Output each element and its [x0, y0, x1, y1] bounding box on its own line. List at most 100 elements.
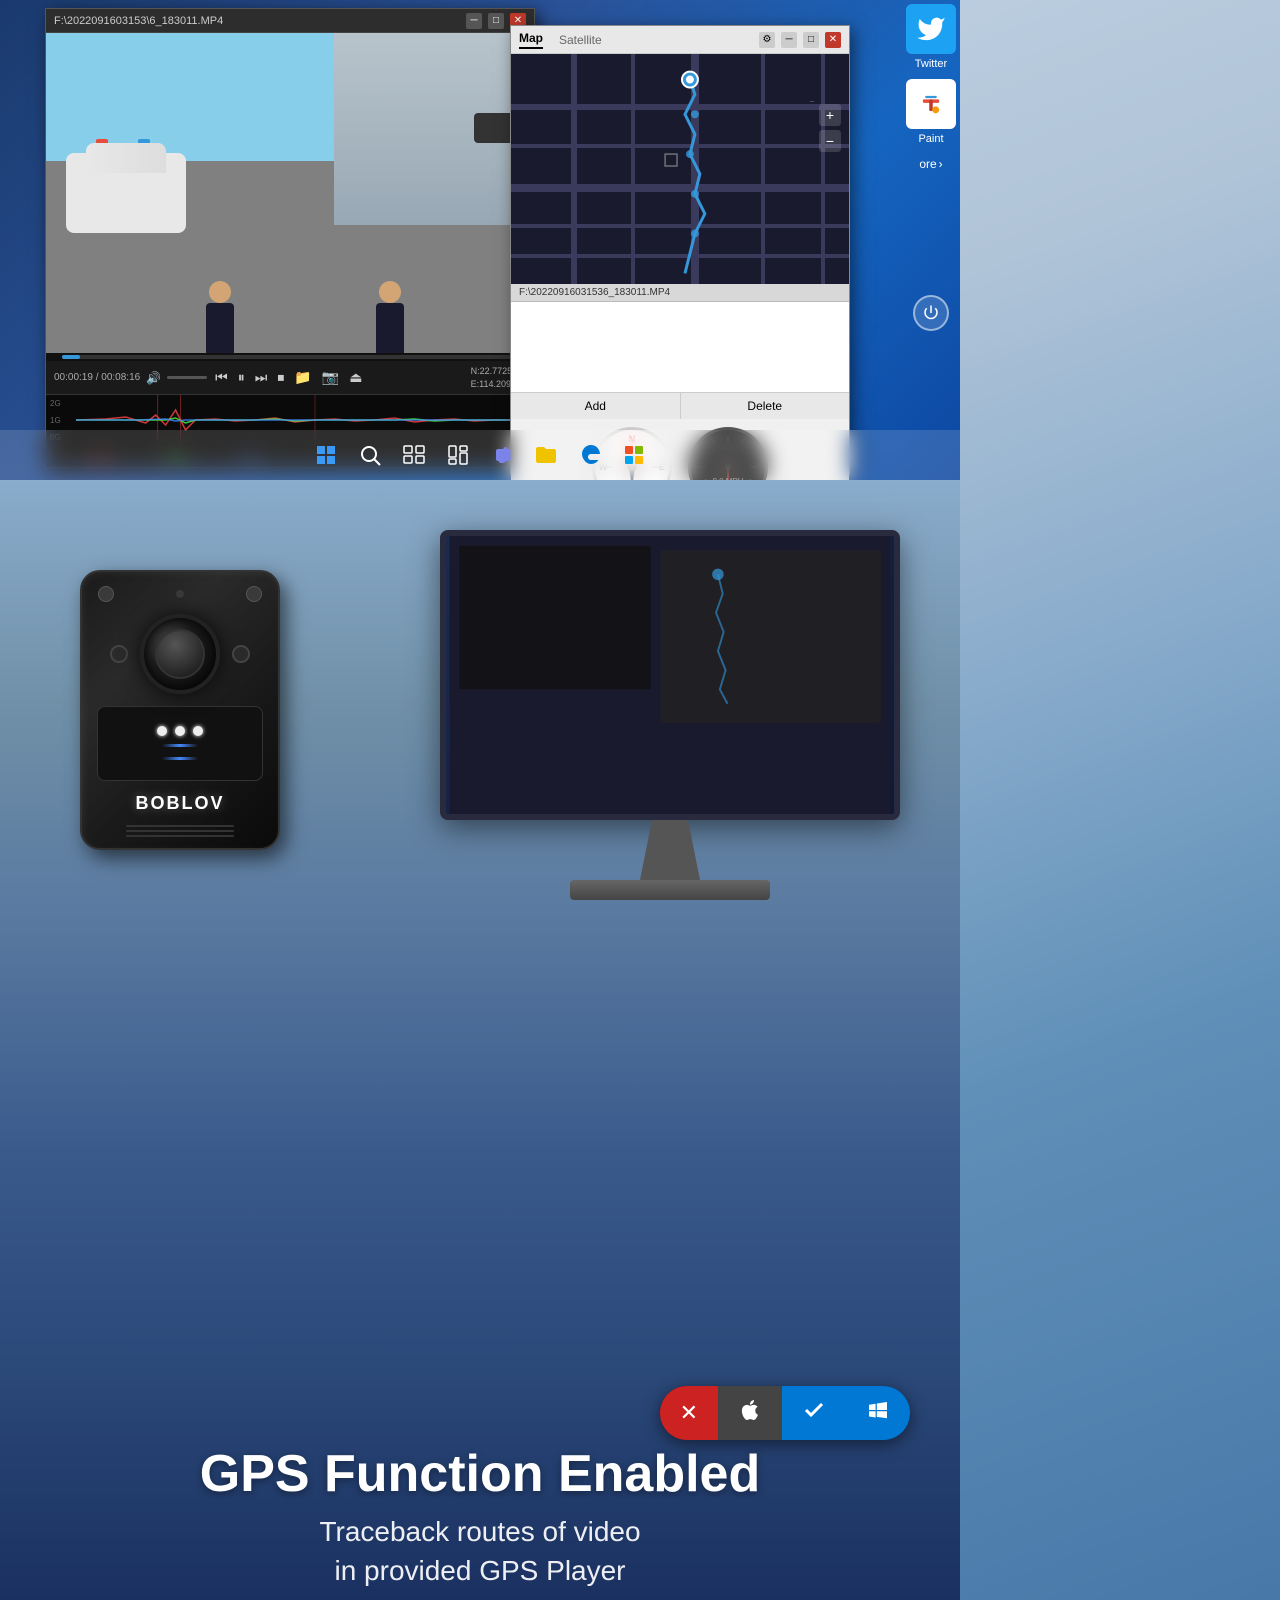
- gps-titlebar: Map Satellite ⚙ ─ □ ✕: [511, 26, 849, 54]
- text-section: GPS Function Enabled Traceback routes of…: [0, 1446, 960, 1590]
- time-display: 00:00:19 / 00:08:16: [54, 372, 140, 383]
- gps-maximize-button[interactable]: □: [803, 32, 819, 48]
- camera-light: [176, 590, 184, 598]
- taskbar-task-view[interactable]: [396, 437, 432, 473]
- desktop-taskbar-icons: Twitter Paint ore ›: [902, 0, 960, 335]
- taskbar-teams[interactable]: [484, 437, 520, 473]
- camera-lens: [140, 614, 220, 694]
- progress-fill: [62, 355, 80, 359]
- folder-button[interactable]: 📁: [292, 367, 313, 388]
- satellite-tab[interactable]: Satellite: [559, 33, 602, 47]
- maximize-button[interactable]: □: [488, 13, 504, 29]
- fullscreen-button[interactable]: ⏏: [347, 367, 364, 388]
- video-controls: 00:00:19 / 00:08:16 🔊 ⏮ ⏸ ⏭ ⏹ 📁 📷 ⏏ N:22…: [46, 361, 534, 395]
- officer-head: [209, 281, 231, 303]
- camera-left-button[interactable]: [110, 645, 128, 663]
- paint-icon[interactable]: [906, 79, 956, 129]
- camera-top-left-button[interactable]: [98, 586, 114, 602]
- minimize-button[interactable]: ─: [466, 13, 482, 29]
- more-apps-button[interactable]: ore ›: [919, 157, 942, 171]
- camera-screen: [97, 706, 263, 781]
- desktop-area: Twitter Paint ore › F:\2022091603153\6_1…: [0, 0, 960, 480]
- map-tab[interactable]: Map: [519, 31, 543, 49]
- light-red: [96, 139, 108, 147]
- confirm-button[interactable]: [782, 1386, 846, 1440]
- grip-line-1: [126, 825, 234, 827]
- brand-name: BOBLOV: [135, 793, 224, 814]
- camera-top-section: [82, 572, 278, 610]
- monitor-display: [446, 536, 894, 814]
- gps-window-controls: ⚙ ─ □ ✕: [759, 32, 841, 48]
- camera-led-row: [157, 726, 203, 736]
- grip-line-2: [126, 830, 234, 832]
- camera-top-right-button[interactable]: [246, 586, 262, 602]
- sub-headline-line2: in provided GPS Player: [334, 1555, 625, 1586]
- car-lights: [96, 139, 150, 147]
- stop-button[interactable]: ⏹: [275, 367, 286, 388]
- gps-minimize-button[interactable]: ─: [781, 32, 797, 48]
- taskbar-file-explorer[interactable]: [528, 437, 564, 473]
- gps-text-area: [511, 302, 849, 392]
- camera-grip: [126, 822, 234, 840]
- monitor-stand-neck: [640, 820, 700, 880]
- delete-button[interactable]: Delete: [681, 393, 850, 419]
- power-button[interactable]: [913, 295, 949, 331]
- officer-body-2: [376, 303, 404, 353]
- camera-body: BOBLOV: [80, 570, 280, 850]
- product-section: BOBLOV ✕: [0, 480, 960, 1600]
- gps-close-button[interactable]: ✕: [825, 32, 841, 48]
- gps-action-bar: Add Delete: [511, 392, 849, 419]
- video-player-window: F:\2022091603153\6_183011.MP4 ─ □ ✕: [45, 8, 535, 468]
- add-button[interactable]: Add: [511, 393, 681, 419]
- sub-headline: Traceback routes of video in provided GP…: [20, 1512, 940, 1590]
- close-os-button[interactable]: ✕: [660, 1386, 718, 1440]
- camera-lens-section: [82, 610, 278, 702]
- gps-window: Map Satellite ⚙ ─ □ ✕: [510, 25, 850, 475]
- police-car: [66, 153, 186, 233]
- camera-blue-strip: [162, 744, 199, 747]
- filename-bar: F:\20220916031536_183011.MP4: [511, 284, 849, 302]
- video-scene: [46, 33, 534, 353]
- gps-settings-button[interactable]: ⚙: [759, 32, 775, 48]
- map-area[interactable]: + − + −: [511, 54, 849, 284]
- camera-device: [474, 113, 514, 143]
- map-zoom-in-button[interactable]: +: [819, 104, 841, 126]
- close-icon: ✕: [680, 1400, 698, 1426]
- taskbar-windows-start[interactable]: [308, 437, 344, 473]
- windows-taskbar: [0, 430, 960, 480]
- camera-lens-inner: [155, 629, 205, 679]
- volume-bar[interactable]: [167, 376, 207, 379]
- camera-bottom-section: BOBLOV: [82, 785, 278, 848]
- camera-right-button[interactable]: [232, 645, 250, 663]
- taskbar-widgets[interactable]: [440, 437, 476, 473]
- light-blue: [138, 139, 150, 147]
- map-zoom-out-button[interactable]: −: [819, 130, 841, 152]
- camera-blue-strip-2: [162, 757, 199, 760]
- twitter-icon[interactable]: [906, 4, 956, 54]
- body-camera: BOBLOV: [80, 570, 280, 850]
- windows-os-button[interactable]: [846, 1386, 910, 1440]
- monitor-stand-base: [570, 880, 770, 900]
- play-pause-button[interactable]: ⏸: [236, 367, 247, 388]
- monitor-container: [440, 530, 900, 900]
- volume-icon: 🔊: [146, 371, 161, 385]
- os-selector-badge: ✕: [660, 1386, 910, 1440]
- skip-back-button[interactable]: ⏮: [213, 367, 230, 388]
- svg-text:−: −: [809, 96, 814, 106]
- screenshot-button[interactable]: 📷: [320, 367, 341, 388]
- camera-led-3: [193, 726, 203, 736]
- officer-2: [376, 281, 404, 353]
- skip-forward-button[interactable]: ⏭: [253, 367, 270, 388]
- officer-body: [206, 303, 234, 353]
- taskbar-store[interactable]: [616, 437, 652, 473]
- officer-1: [206, 281, 234, 353]
- apple-os-button[interactable]: [718, 1386, 782, 1440]
- checkmark-icon: [802, 1398, 826, 1428]
- grip-line-3: [126, 835, 234, 837]
- taskbar-edge[interactable]: [572, 437, 608, 473]
- taskbar-search[interactable]: [352, 437, 388, 473]
- windows-icon: [866, 1398, 890, 1428]
- progress-bar[interactable]: [62, 355, 518, 359]
- video-titlebar: F:\2022091603153\6_183011.MP4 ─ □ ✕: [46, 9, 534, 33]
- monitor-screen: [440, 530, 900, 820]
